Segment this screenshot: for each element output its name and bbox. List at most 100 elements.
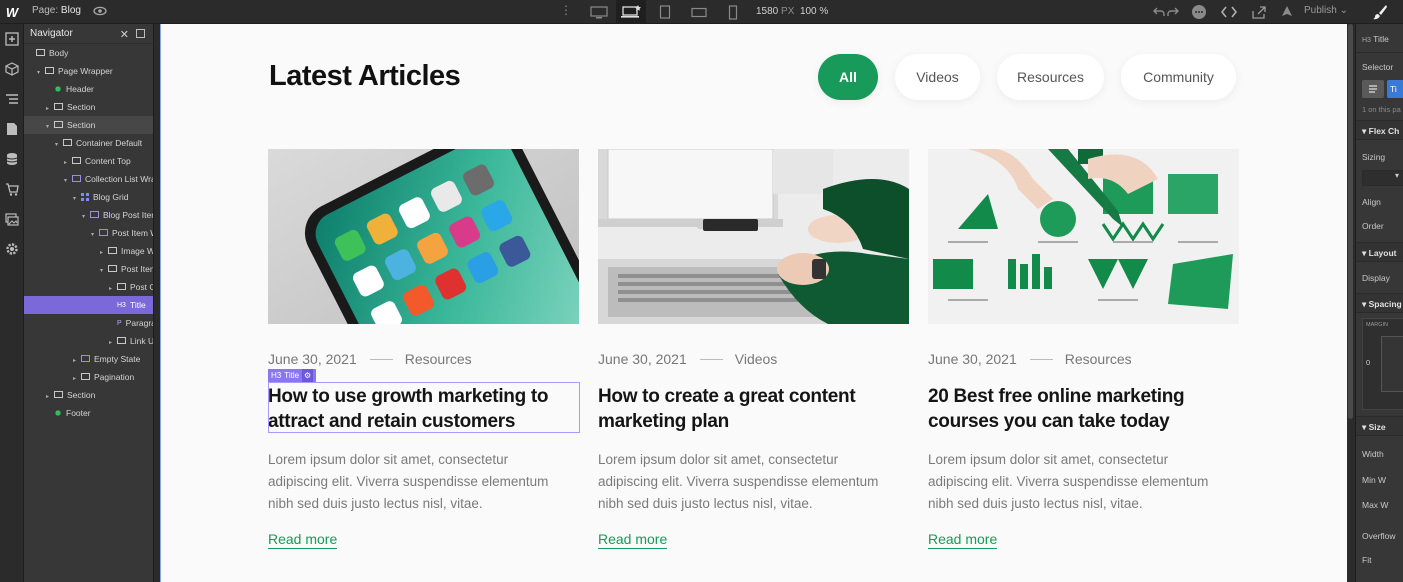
navigator-item[interactable]: ▾ Container Default bbox=[24, 134, 153, 152]
collection-icon bbox=[90, 211, 99, 219]
layout-section[interactable]: ▾ Layout bbox=[1356, 242, 1403, 262]
filter-all-button[interactable]: All bbox=[818, 54, 878, 100]
navigator-item[interactable]: ▸ Image Wra bbox=[24, 242, 153, 260]
add-elements-icon[interactable] bbox=[0, 24, 24, 54]
collapse-all-icon[interactable]: ✕ bbox=[120, 28, 129, 41]
filter-community-button[interactable]: Community bbox=[1121, 54, 1236, 100]
element-settings-gear-icon[interactable]: ⚙ bbox=[302, 369, 314, 382]
caret-right-icon[interactable]: ▸ bbox=[109, 334, 117, 350]
navigator-item[interactable]: ▾ Blog Post Item bbox=[24, 206, 153, 224]
navigator-item[interactable]: ▸ Pagination bbox=[24, 368, 153, 386]
ecommerce-cart-icon[interactable] bbox=[0, 174, 24, 204]
caret-right-icon[interactable]: ▸ bbox=[109, 280, 117, 296]
post-category[interactable]: Resources bbox=[405, 351, 472, 367]
margin-left-value[interactable]: 0 bbox=[1366, 358, 1370, 367]
navigator-item[interactable]: H3 Title bbox=[24, 296, 153, 314]
webflow-logo-icon[interactable]: W bbox=[0, 0, 24, 24]
cms-database-icon[interactable] bbox=[0, 144, 24, 174]
navigator-item[interactable]: ▾ Collection List Wrap bbox=[24, 170, 153, 188]
navigator-item[interactable]: Header bbox=[24, 80, 153, 98]
tablet-breakpoint-icon[interactable] bbox=[650, 0, 680, 24]
navigator-item[interactable]: Body bbox=[24, 44, 153, 62]
selected-element-tag[interactable]: H3 Title ⚙ bbox=[268, 369, 317, 382]
caret-down-icon[interactable]: ▾ bbox=[46, 118, 54, 134]
read-more-link[interactable]: Read more bbox=[928, 531, 998, 549]
mobile-landscape-breakpoint-icon[interactable] bbox=[684, 0, 714, 24]
size-section[interactable]: ▾ Size bbox=[1356, 416, 1403, 436]
selector-class-chip[interactable]: Ti bbox=[1387, 80, 1403, 98]
caret-right-icon[interactable]: ▸ bbox=[73, 352, 81, 368]
caret-right-icon[interactable]: ▸ bbox=[46, 100, 54, 116]
assets-images-icon[interactable] bbox=[0, 204, 24, 234]
filter-videos-button[interactable]: Videos bbox=[895, 54, 980, 100]
desktop-large-breakpoint-icon[interactable] bbox=[584, 0, 614, 24]
post-title[interactable]: 20 Best free online marketing courses yo… bbox=[928, 384, 1239, 434]
comments-icon[interactable] bbox=[1190, 3, 1208, 21]
max-width-label: Max W bbox=[1362, 500, 1389, 510]
caret-right-icon[interactable]: ▸ bbox=[64, 154, 72, 170]
post-card-image-1[interactable] bbox=[268, 149, 579, 324]
navigator-item[interactable]: ▾ Post Item W bbox=[24, 224, 153, 242]
dock-panel-icon[interactable] bbox=[136, 29, 145, 38]
share-icon[interactable] bbox=[1250, 3, 1268, 21]
settings-gear-icon[interactable] bbox=[0, 234, 24, 264]
navigator-item[interactable]: ▾ Blog Grid bbox=[24, 188, 153, 206]
caret-down-icon[interactable]: ▾ bbox=[91, 226, 99, 242]
caret-down-icon[interactable]: ▾ bbox=[100, 262, 108, 278]
navigator-item[interactable]: ▸ Section bbox=[24, 98, 153, 116]
post-meta: June 30, 2021 Resources bbox=[928, 351, 1132, 367]
page-selector[interactable]: Page: Blog bbox=[32, 5, 81, 16]
caret-down-icon[interactable]: ▾ bbox=[82, 208, 90, 224]
design-canvas[interactable]: Latest Articles All Videos Resources Com… bbox=[160, 24, 1347, 582]
pages-icon[interactable] bbox=[0, 114, 24, 144]
navigator-item[interactable]: ▸ Post Cc bbox=[24, 278, 153, 296]
post-category[interactable]: Resources bbox=[1065, 351, 1132, 367]
navigator-item[interactable]: P Paragra bbox=[24, 314, 153, 332]
caret-right-icon[interactable]: ▸ bbox=[73, 370, 81, 386]
navigator-item-label: Body bbox=[49, 48, 69, 58]
mobile-portrait-breakpoint-icon[interactable] bbox=[718, 0, 748, 24]
symbols-cube-icon[interactable] bbox=[0, 54, 24, 84]
navigator-item-label: Container Default bbox=[76, 138, 143, 148]
navigator-item[interactable]: ▸ Empty State bbox=[24, 350, 153, 368]
redo-icon[interactable] bbox=[1164, 3, 1182, 21]
navigator-panel: Navigator ✕ Body ▾ Page Wrapper Header ▸ Sect… bbox=[24, 24, 154, 582]
desktop-breakpoint-icon[interactable] bbox=[616, 0, 646, 24]
selected-tag-type: H3 bbox=[271, 371, 282, 380]
read-more-link[interactable]: Read more bbox=[598, 531, 668, 549]
caret-down-icon[interactable]: ▾ bbox=[64, 172, 72, 188]
caret-right-icon[interactable]: ▸ bbox=[46, 388, 54, 404]
navigator-item[interactable]: Footer bbox=[24, 404, 153, 422]
read-more-link[interactable]: Read more bbox=[268, 531, 338, 549]
filter-resources-button[interactable]: Resources bbox=[997, 54, 1104, 100]
canvas-scrollbar[interactable] bbox=[1348, 24, 1353, 419]
selector-options-icon[interactable] bbox=[1362, 80, 1384, 98]
spacing-box-model[interactable]: MARGIN 0 bbox=[1362, 318, 1403, 410]
sizing-dropdown[interactable]: ▾ bbox=[1362, 170, 1403, 186]
post-category[interactable]: Videos bbox=[735, 351, 778, 367]
navigator-item[interactable]: ▾ Post Item bbox=[24, 260, 153, 278]
navigator-item[interactable]: ▾ Page Wrapper bbox=[24, 62, 153, 80]
padding-box[interactable] bbox=[1381, 336, 1403, 392]
post-excerpt: Lorem ipsum dolor sit amet, consectetur … bbox=[268, 452, 549, 511]
navigator-item[interactable]: ▸ Content Top bbox=[24, 152, 153, 170]
spacing-section[interactable]: ▾ Spacing bbox=[1356, 293, 1403, 313]
caret-down-icon[interactable]: ▾ bbox=[37, 64, 45, 80]
layout-section-label: Layout bbox=[1368, 248, 1397, 258]
navigator-icon[interactable] bbox=[0, 84, 24, 114]
post-title[interactable]: How to create a great content marketing … bbox=[598, 384, 909, 434]
flex-child-section[interactable]: ▾ Flex Ch bbox=[1356, 120, 1403, 140]
post-card-image-2[interactable] bbox=[598, 149, 909, 324]
navigator-item[interactable]: ▸ Section bbox=[24, 386, 153, 404]
caret-down-icon[interactable]: ▾ bbox=[73, 190, 81, 206]
post-card-image-3[interactable] bbox=[928, 149, 1239, 324]
preview-eye-icon[interactable] bbox=[93, 4, 107, 18]
navigator-item[interactable]: ▸ Link Un bbox=[24, 332, 153, 350]
navigator-item[interactable]: ▾ Section bbox=[24, 116, 153, 134]
caret-right-icon[interactable]: ▸ bbox=[100, 244, 108, 260]
publish-button[interactable]: Publish ⌄ bbox=[1304, 5, 1348, 16]
more-options-icon[interactable]: ⋮ bbox=[560, 3, 572, 17]
code-export-icon[interactable] bbox=[1220, 3, 1238, 21]
caret-down-icon[interactable]: ▾ bbox=[55, 136, 63, 152]
style-brush-icon[interactable] bbox=[1356, 0, 1403, 24]
